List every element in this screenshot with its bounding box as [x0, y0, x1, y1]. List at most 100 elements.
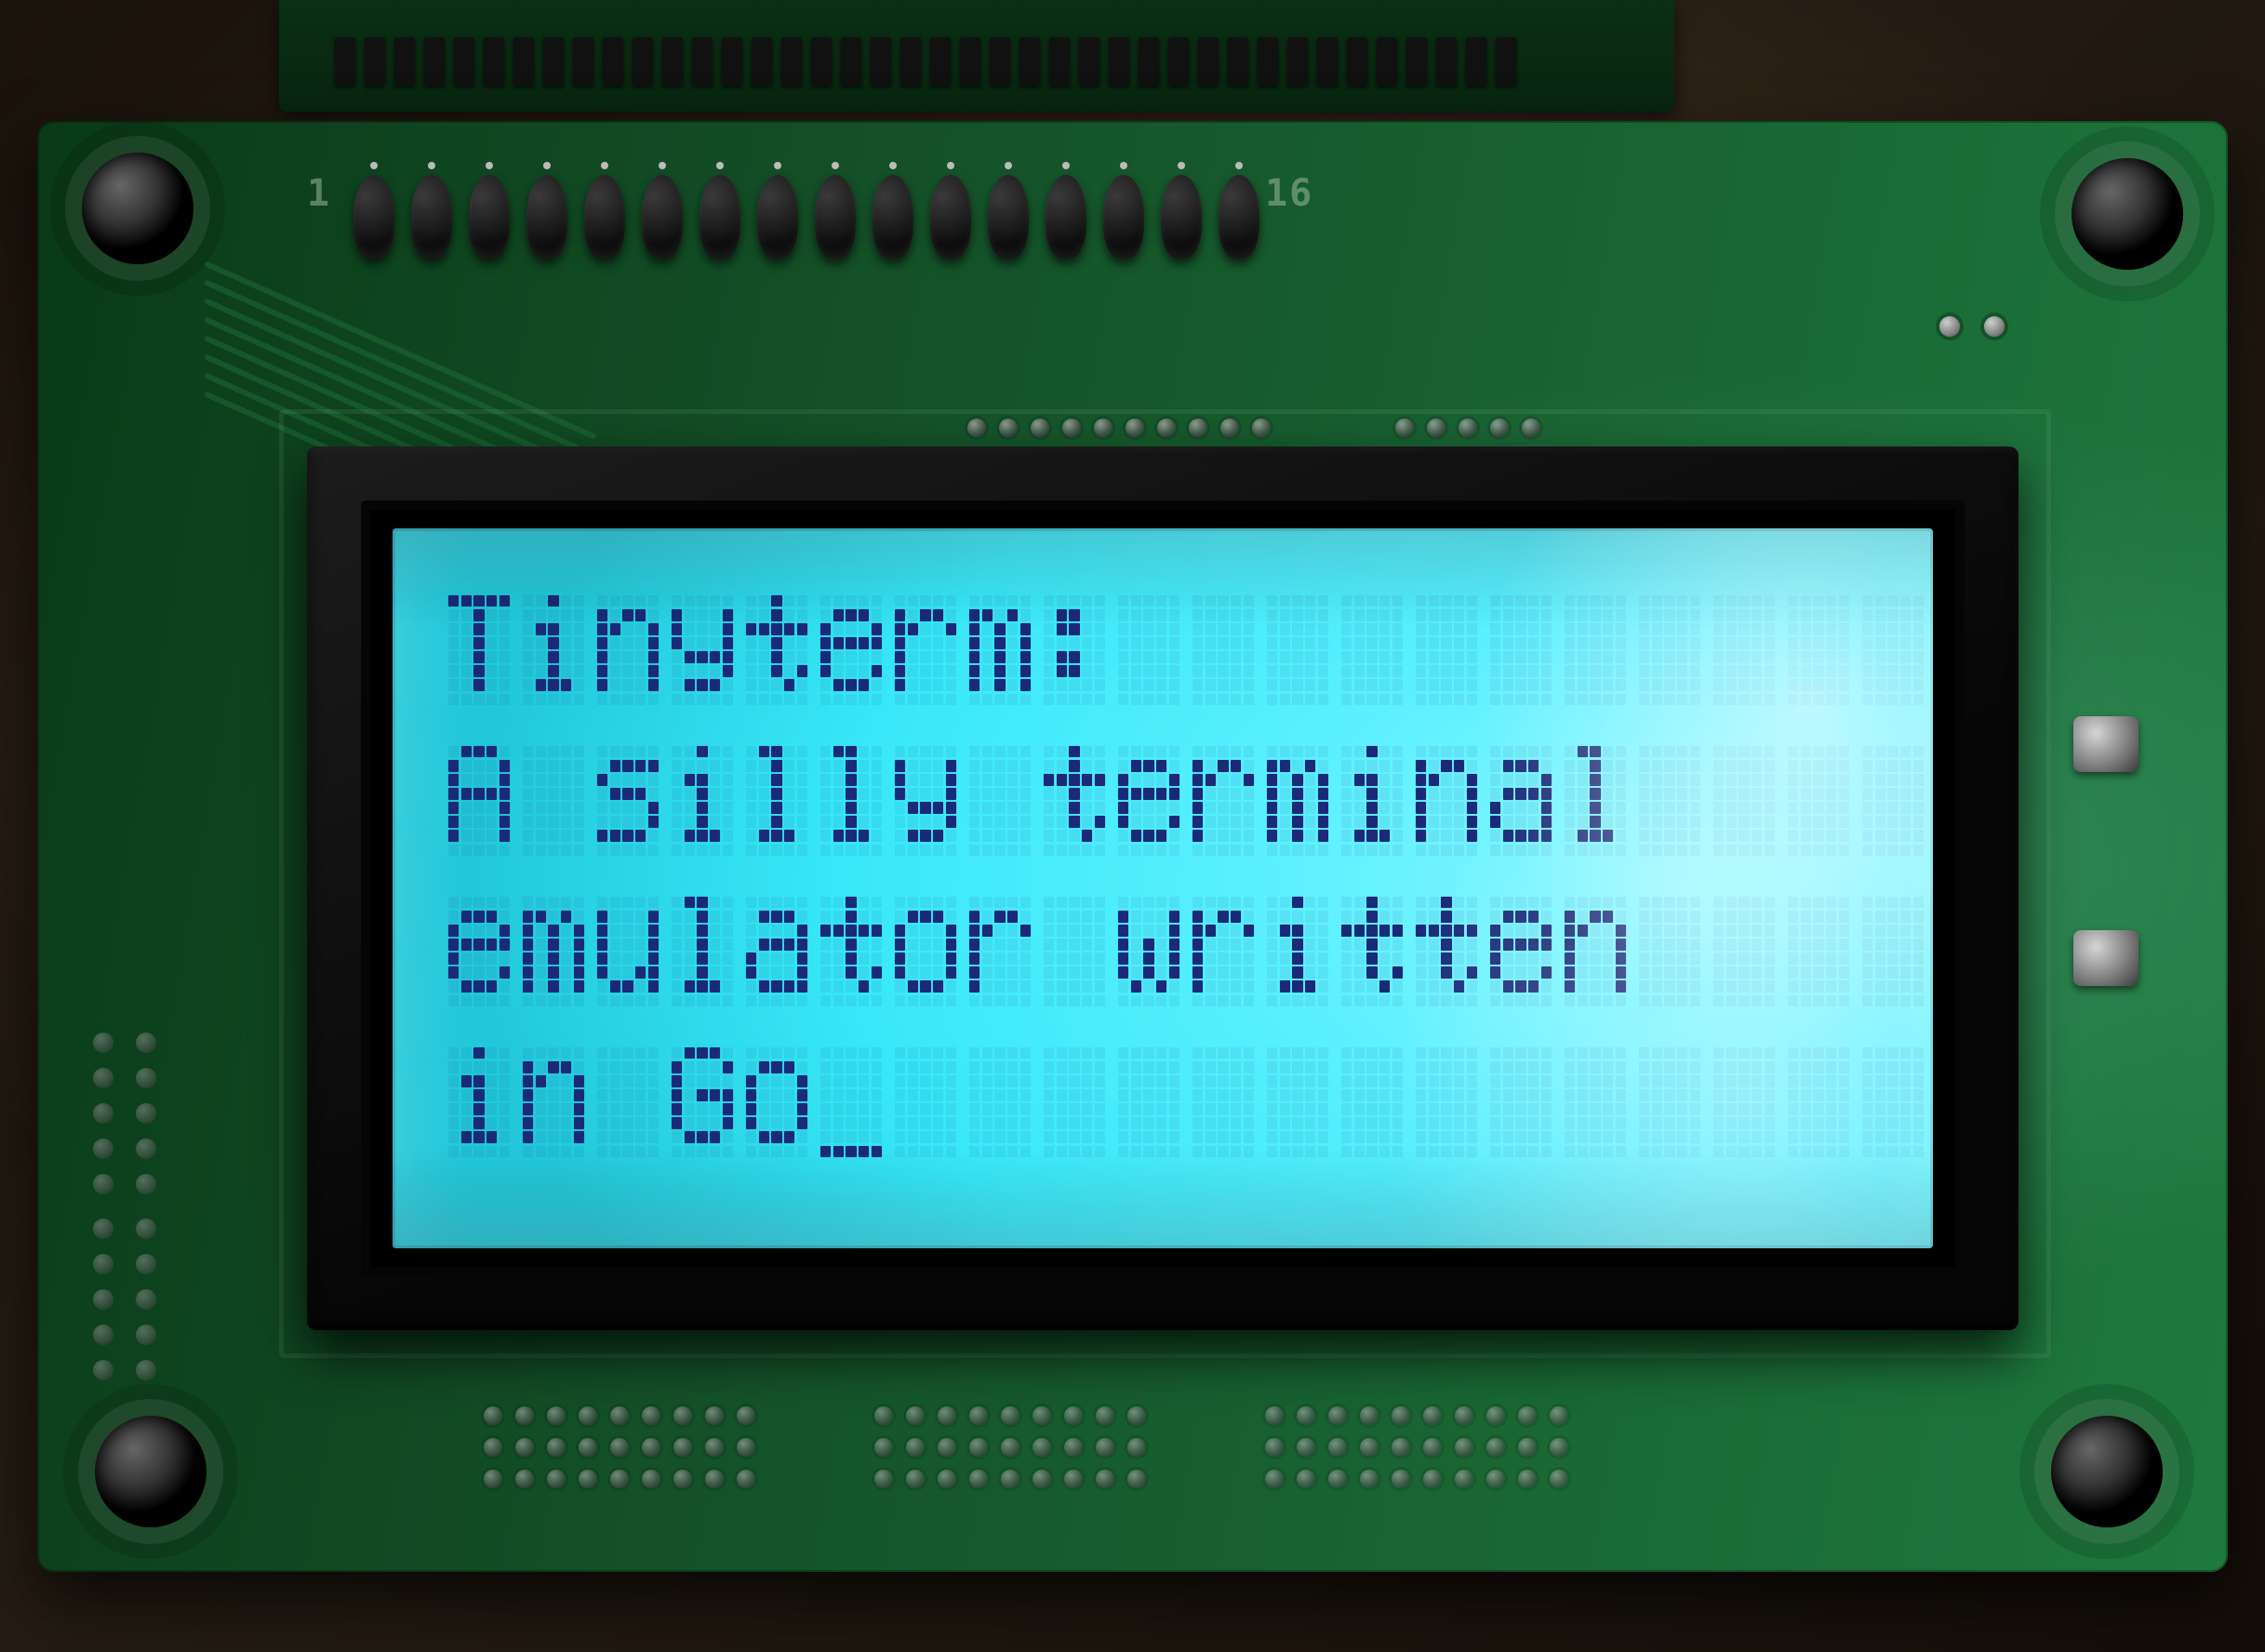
- lcd-char-cell: [1267, 897, 1328, 1006]
- lcd-char-cell: [1490, 1047, 1552, 1157]
- lcd-char-cell: [1192, 595, 1254, 705]
- lcd-char-cell: [1862, 897, 1924, 1006]
- lcd-char-cell: [969, 897, 1031, 1006]
- upper-pin-header: [335, 37, 1619, 93]
- lcd-inner-frame: [361, 500, 1965, 1276]
- lcd-char-cell: [746, 897, 807, 1006]
- lcd-char-cell: [1788, 746, 1849, 856]
- lcd-char-cell: [1565, 595, 1626, 705]
- mounting-hole-icon: [2072, 158, 2183, 270]
- lcd-char-cell: [1267, 746, 1328, 856]
- lcd-char-cell: [820, 1047, 882, 1157]
- lcd-char-cell: [597, 897, 659, 1006]
- lcd-char-cell: [969, 595, 1031, 705]
- lcd-bezel: [307, 446, 2019, 1330]
- lcd-char-cell: [1639, 746, 1700, 856]
- lcd-char-cell: [895, 1047, 956, 1157]
- lcd-char-cell: [597, 1047, 659, 1157]
- lcd-char-cell: [1639, 1047, 1700, 1157]
- lcd-char-cell: [1788, 897, 1849, 1006]
- lcd-char-cell: [597, 595, 659, 705]
- lcd-char-cell: [1267, 595, 1328, 705]
- solder-tab-icon: [2073, 716, 2138, 772]
- lcd-char-cell: [1341, 897, 1403, 1006]
- lcd-char-cell: [1862, 595, 1924, 705]
- lcd-char-cell: [1713, 595, 1775, 705]
- lcd-char-cell: [1416, 897, 1477, 1006]
- lcd-char-cell: [1341, 1047, 1403, 1157]
- via-strip-icon: [93, 1219, 233, 1380]
- via-pair-icon: [1939, 316, 2005, 337]
- lcd-char-cell: [1713, 746, 1775, 856]
- lcd-char-cell: [820, 746, 882, 856]
- solder-tab-icon: [2073, 930, 2138, 986]
- lcd-char-cell: [1565, 897, 1626, 1006]
- lcd-char-cell: [1565, 746, 1626, 856]
- lcd-char-cell: [448, 1047, 510, 1157]
- lcd-char-cell: [672, 595, 733, 705]
- lcd-char-cell: [1416, 1047, 1477, 1157]
- lcd-char-cell: [1118, 897, 1179, 1006]
- lcd-char-cell: [1192, 897, 1254, 1006]
- lcd-char-cell: [597, 746, 659, 856]
- lcd-char-cell: [895, 746, 956, 856]
- lcd-char-cell: [1341, 746, 1403, 856]
- lcd-char-cell: [969, 746, 1031, 856]
- lcd-char-cell: [746, 746, 807, 856]
- lcd-char-cell: [1118, 595, 1179, 705]
- lcd-char-cell: [1044, 595, 1105, 705]
- lcd-char-cell: [1341, 595, 1403, 705]
- lcd-char-cell: [672, 897, 733, 1006]
- lcd-char-cell: [1490, 746, 1552, 856]
- lcd-char-cell: [895, 595, 956, 705]
- lcd-char-cell: [1192, 746, 1254, 856]
- lcd-char-cell: [1565, 1047, 1626, 1157]
- mounting-hole-icon: [82, 153, 193, 264]
- via-grid-icon: [1265, 1406, 1568, 1488]
- lcd-char-cell: [448, 595, 510, 705]
- lcd-char-cell: [1788, 595, 1849, 705]
- lcd-char-cell: [1713, 897, 1775, 1006]
- lcd-char-cell: [523, 1047, 584, 1157]
- lcd-char-cell: [1713, 1047, 1775, 1157]
- lcd-char-cell: [672, 746, 733, 856]
- lcd-char-cell: [1416, 746, 1477, 856]
- lcd-char-cell: [448, 897, 510, 1006]
- lcd-char-cell: [1416, 595, 1477, 705]
- lcd-char-cell: [523, 595, 584, 705]
- via-grid-icon: [874, 1406, 1146, 1488]
- lcd-char-cell: [746, 595, 807, 705]
- photo-scene: 1 16: [0, 0, 2265, 1652]
- lcd-char-cell: [895, 897, 956, 1006]
- mounting-hole-icon: [2051, 1416, 2163, 1527]
- upper-pcb-peek: [279, 0, 1674, 112]
- lcd-char-cell: [1639, 595, 1700, 705]
- lcd-char-cell: [672, 1047, 733, 1157]
- lcd-char-cell: [1044, 897, 1105, 1006]
- lcd-char-cell: [746, 1047, 807, 1157]
- lcd-char-cell: [523, 897, 584, 1006]
- lcd-char-cell: [1192, 1047, 1254, 1157]
- lcd-char-cell: [969, 1047, 1031, 1157]
- lcd-char-cell: [1118, 1047, 1179, 1157]
- silkscreen-pin-16-label: 16: [1265, 175, 1313, 212]
- lcd-char-cell: [820, 595, 882, 705]
- lcd-glass: [393, 528, 1933, 1248]
- lcd-char-cell: [1862, 746, 1924, 856]
- lcd-header-pins: [353, 175, 1259, 259]
- lcd-char-cell: [1490, 897, 1552, 1006]
- lcd-pcb: 1 16: [37, 121, 2228, 1572]
- lcd-character-grid: [448, 595, 1924, 1157]
- lcd-char-cell: [523, 746, 584, 856]
- lcd-char-cell: [1044, 746, 1105, 856]
- lcd-char-cell: [1044, 1047, 1105, 1157]
- via-strip-icon: [93, 1032, 233, 1194]
- silkscreen-pin-1-label: 1: [307, 175, 331, 212]
- lcd-char-cell: [1639, 897, 1700, 1006]
- mounting-hole-icon: [95, 1416, 207, 1527]
- lcd-char-cell: [1862, 1047, 1924, 1157]
- lcd-char-cell: [1267, 1047, 1328, 1157]
- lcd-char-cell: [820, 897, 882, 1006]
- lcd-char-cell: [448, 746, 510, 856]
- via-grid-icon: [484, 1406, 755, 1488]
